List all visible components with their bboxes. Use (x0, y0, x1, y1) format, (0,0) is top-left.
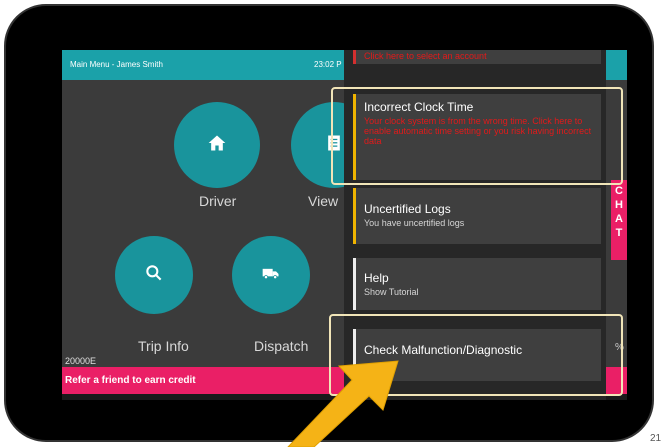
corner-text: 21 (650, 433, 662, 444)
pointer-arrow-icon (287, 360, 399, 447)
